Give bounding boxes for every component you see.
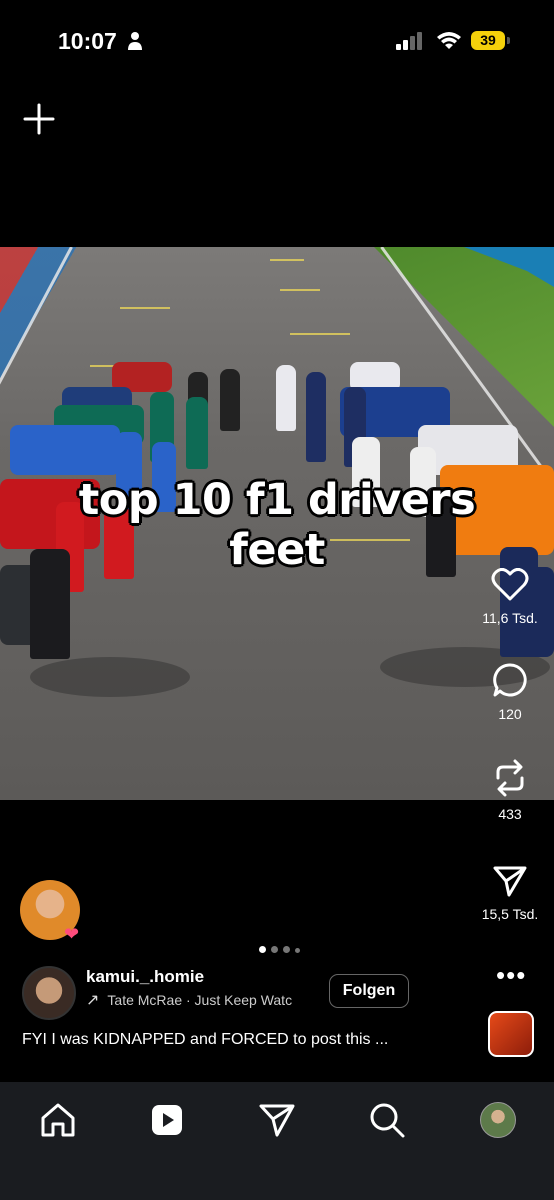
trending-arrow-icon: ↗ (86, 992, 100, 1009)
driver-figure (276, 365, 296, 431)
driver-figure (220, 369, 240, 431)
carousel-dots (259, 940, 305, 958)
audio-title: Tate McRae · Just Keep Watc (107, 992, 293, 1008)
send-icon[interactable] (257, 1100, 297, 1140)
audio-link[interactable]: ↗ Tate McRae · Just Keep Watc (86, 990, 314, 1010)
bottom-nav (0, 1082, 554, 1200)
carousel-dot (295, 948, 300, 953)
post-caption[interactable]: FYI I was KIDNAPPED and FORCED to post t… (22, 1031, 388, 1049)
status-bar: 10:07 39 (0, 0, 554, 80)
share-count: 15,5 Tsd. (481, 906, 539, 922)
more-options-icon[interactable]: ••• (496, 960, 526, 991)
car-alpine (10, 425, 120, 475)
caption-line-1: top 10 f1 drivers (78, 475, 476, 525)
share-button[interactable]: 15,5 Tsd. (470, 864, 550, 922)
heart-badge-icon: ❤ (64, 924, 80, 944)
comment-button[interactable]: 120 (470, 662, 550, 722)
like-count: 11,6 Tsd. (482, 610, 538, 626)
wifi-icon (437, 32, 461, 49)
reels-icon[interactable] (147, 1100, 187, 1140)
like-button[interactable]: 11,6 Tsd. (470, 568, 550, 626)
comment-count: 120 (498, 706, 522, 722)
profile-avatar[interactable] (480, 1102, 516, 1138)
video-caption-overlay: top 10 f1 drivers feet (0, 475, 554, 575)
battery-nub (507, 37, 510, 44)
carousel-dot (259, 946, 266, 953)
create-plus-icon[interactable] (22, 102, 56, 136)
shadow (30, 657, 190, 697)
comment-icon (493, 663, 527, 697)
clock: 10:07 (58, 28, 117, 54)
driver-figure (186, 397, 208, 469)
home-icon[interactable] (38, 1100, 78, 1140)
battery-icon: 39 (471, 31, 505, 50)
cellular-signal-icon (396, 32, 422, 50)
repost-icon (496, 759, 524, 797)
audio-thumbnail[interactable] (488, 1011, 534, 1057)
remix-count: 433 (498, 806, 522, 822)
heart-icon (491, 568, 529, 601)
send-icon (493, 866, 527, 897)
grid-mark (280, 289, 320, 291)
grid-mark (120, 307, 170, 309)
carousel-dot (283, 946, 290, 953)
person-icon (128, 32, 142, 50)
remix-button[interactable]: 433 (470, 758, 550, 822)
carousel-dot (271, 946, 278, 953)
driver-figure (306, 372, 326, 462)
grid-mark (290, 333, 350, 335)
grid-mark (270, 259, 304, 261)
username[interactable]: kamui._.homie (86, 967, 204, 987)
user-avatar[interactable] (22, 966, 76, 1020)
follow-button[interactable]: Folgen (329, 974, 409, 1008)
search-icon[interactable] (367, 1100, 407, 1140)
